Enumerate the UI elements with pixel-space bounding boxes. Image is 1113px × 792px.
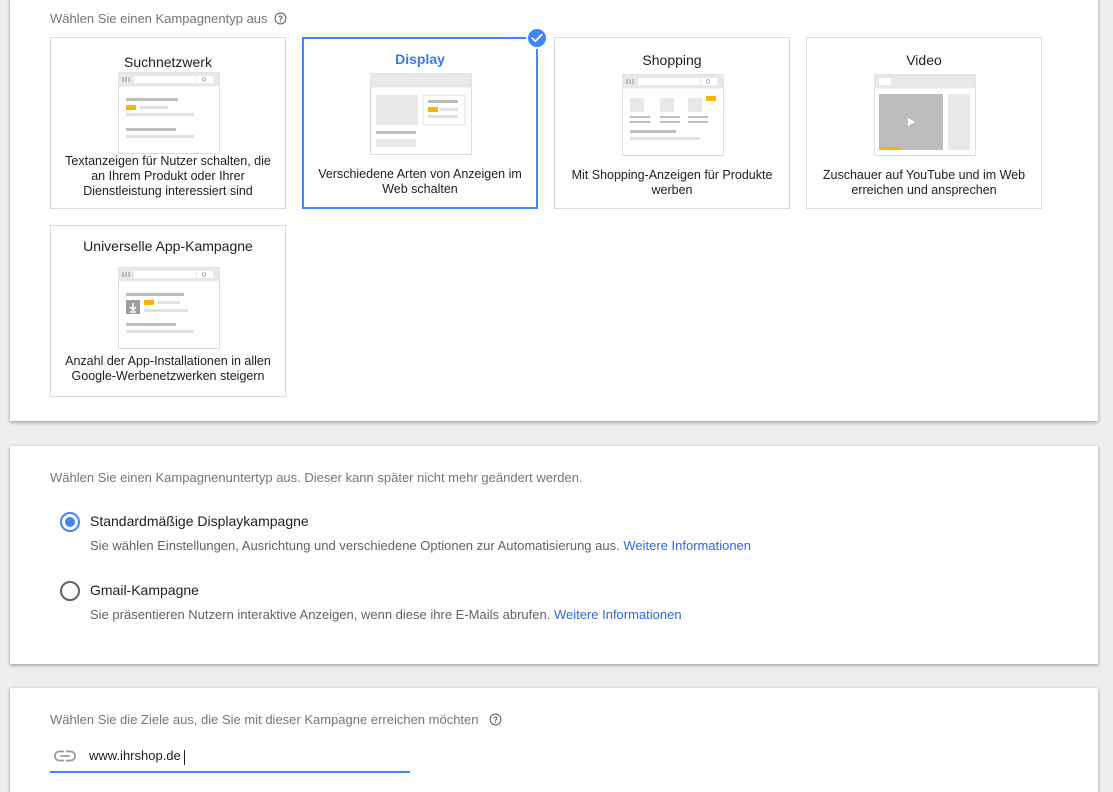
display-ad-illustration-icon <box>370 73 472 155</box>
card-title: Video <box>906 52 942 68</box>
card-description: Mit Shopping-Anzeigen für Produkte werbe… <box>571 168 773 197</box>
standard-display-radio[interactable] <box>60 512 80 532</box>
link-icon <box>54 750 76 762</box>
campaign-card-search[interactable]: Suchnetzwerk Textanzeigen für Nutzer sch… <box>50 37 286 209</box>
campaign-subtype-panel: Wählen Sie einen Kampagnenuntertyp aus. … <box>10 446 1098 664</box>
radio-description: Sie wählen Einstellungen, Ausrichtung un… <box>90 538 751 553</box>
check-icon <box>526 27 548 49</box>
campaign-card-universal-app[interactable]: Universelle App-Kampagne Anzahl der App-… <box>50 225 286 397</box>
radio-description-text: Sie wählen Einstellungen, Ausrichtung un… <box>90 538 620 553</box>
shopping-ad-illustration-icon <box>622 74 724 156</box>
campaign-card-display[interactable]: Display Verschiedene Arten von Anzeigen … <box>302 27 548 209</box>
website-url-input[interactable] <box>89 748 389 763</box>
radio-description-text: Sie präsentieren Nutzern interaktive Anz… <box>90 607 551 622</box>
goals-heading: Wählen Sie die Ziele aus, die Sie mit di… <box>50 712 502 727</box>
campaign-type-heading: Wählen Sie einen Kampagnentyp aus <box>50 11 287 26</box>
campaign-type-heading-text: Wählen Sie einen Kampagnentyp aus <box>50 11 268 26</box>
learn-more-link[interactable]: Weitere Informationen <box>554 607 682 622</box>
help-icon[interactable] <box>274 12 287 25</box>
subtype-heading: Wählen Sie einen Kampagnenuntertyp aus. … <box>50 470 583 485</box>
video-ad-illustration-icon <box>874 74 976 156</box>
search-ad-illustration-icon <box>118 72 220 154</box>
learn-more-link[interactable]: Weitere Informationen <box>623 538 751 553</box>
card-description: Anzahl der App-Installationen in allen G… <box>65 354 271 383</box>
goals-heading-text: Wählen Sie die Ziele aus, die Sie mit di… <box>50 712 479 727</box>
card-title: Display <box>395 51 445 67</box>
radio-description: Sie präsentieren Nutzern interaktive Anz… <box>90 607 682 622</box>
card-title: Universelle App-Kampagne <box>83 238 253 254</box>
app-ad-illustration-icon <box>118 267 220 349</box>
radio-label: Gmail-Kampagne <box>90 582 199 598</box>
radio-label: Standardmäßige Displaykampagne <box>90 513 309 529</box>
card-description: Textanzeigen für Nutzer schalten, die an… <box>65 154 271 198</box>
website-url-field[interactable] <box>50 745 410 773</box>
campaign-type-panel: Wählen Sie einen Kampagnentyp aus Suchne… <box>10 0 1098 421</box>
text-cursor <box>184 750 185 765</box>
card-description: Verschiedene Arten von Anzeigen im Web s… <box>318 167 522 196</box>
card-title: Suchnetzwerk <box>124 54 212 70</box>
campaign-card-shopping[interactable]: Shopping Mit Shopping-Anzeigen für Produ… <box>554 37 790 209</box>
card-title: Shopping <box>642 52 702 68</box>
help-icon[interactable] <box>489 713 502 726</box>
campaign-card-video[interactable]: Video Zuschauer auf YouTube und im Web e… <box>806 37 1042 209</box>
card-description: Zuschauer auf YouTube und im Web erreich… <box>822 168 1026 197</box>
gmail-campaign-radio[interactable] <box>60 581 80 601</box>
campaign-goals-panel: Wählen Sie die Ziele aus, die Sie mit di… <box>10 688 1098 792</box>
